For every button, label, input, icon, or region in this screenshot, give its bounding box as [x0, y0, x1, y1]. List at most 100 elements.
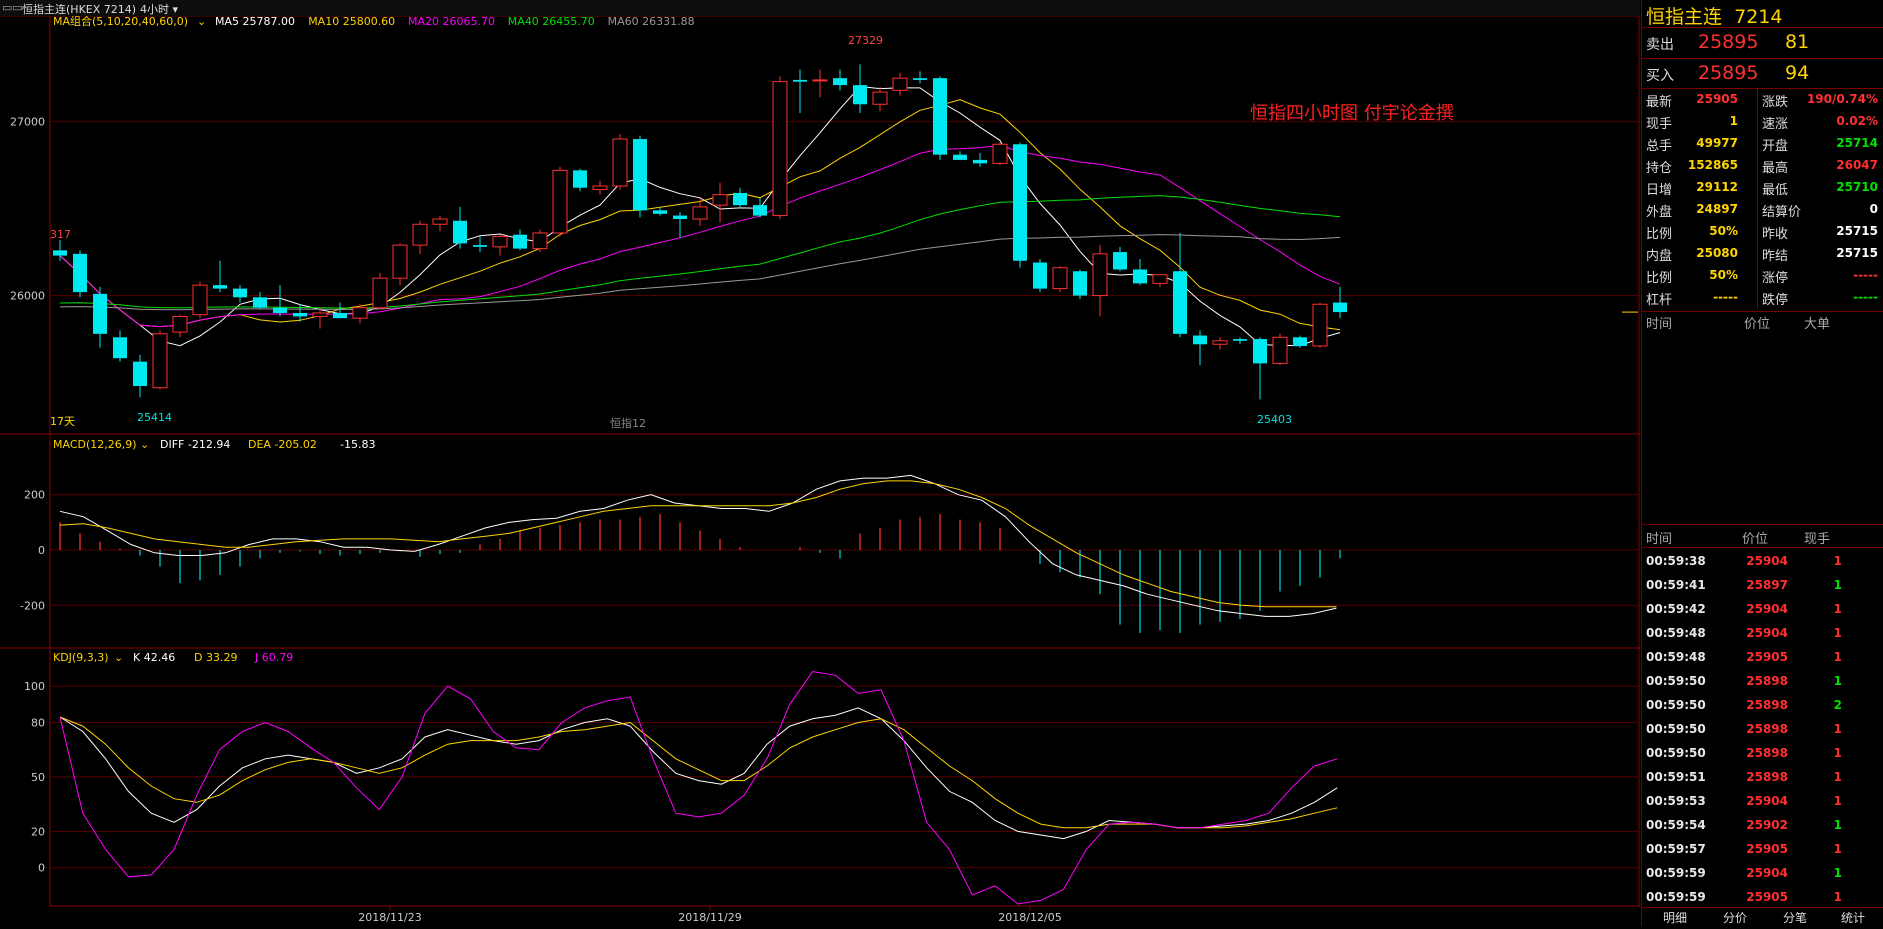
candle-body-down [1233, 339, 1247, 341]
buy-price: 25895 [1698, 62, 1759, 84]
tick-price: 25897 [1746, 578, 1788, 592]
tick-row[interactable]: 00:59:53 25904 1 [1642, 790, 1883, 814]
tab-1[interactable]: 分价 [1723, 909, 1747, 926]
tab-2[interactable]: 分笔 [1783, 909, 1807, 926]
stat-label: 内盘 [1646, 249, 1673, 264]
stat-value: 25715 [1836, 224, 1878, 238]
quote-stat-row: 最新 25905 涨跌 190/0.74% [1642, 89, 1883, 111]
tick-row[interactable]: 00:59:48 25905 1 [1642, 646, 1883, 670]
kdj-d-value: D 33.29 [194, 651, 237, 664]
stat-label: 最新 [1646, 95, 1673, 110]
candle-body-down [513, 234, 527, 249]
quote-stat-row: 现手 1 速涨 0.02% [1642, 111, 1883, 133]
left-marker-label: 317 [50, 228, 71, 241]
tick-price: 25904 [1746, 866, 1788, 880]
price-chart[interactable]: 27000260002000-2001008050200 MA组合(5,10,2… [0, 14, 1640, 926]
instrument-title: 恒指主连 7214 [1646, 6, 1783, 28]
tick-row[interactable]: 00:59:50 25898 1 [1642, 718, 1883, 742]
candle-body-up [592, 185, 608, 190]
stat-label: 速涨 [1762, 117, 1789, 132]
candle-body-up [372, 277, 388, 309]
kdj-j-line [59, 671, 1338, 905]
candle-body-down [293, 312, 307, 317]
tick-price: 25904 [1746, 626, 1788, 640]
tick-time: 00:59:53 [1646, 794, 1706, 808]
tick-row[interactable]: 00:59:48 25904 1 [1642, 622, 1883, 646]
quote-panel: 恒指主连 7214 卖出 25895 81 买入 25895 94 最新 2590… [1641, 0, 1883, 926]
kdj-legend-chevron-icon[interactable]: ⌄ [114, 651, 123, 664]
stat-label: 日增 [1646, 183, 1673, 198]
candle-body-down [133, 361, 147, 386]
candle-body-down [633, 139, 647, 211]
stat-value: 25715 [1836, 246, 1878, 260]
date-axis-label: 2018/11/29 [678, 911, 741, 924]
candle-body-down [1253, 339, 1267, 364]
symbol-title[interactable]: 恒指主连(HKEX 7214) [22, 1, 136, 17]
buy-quote-row[interactable]: 买入 25895 94 [1642, 61, 1883, 86]
tick-volume: 2 [1833, 698, 1842, 712]
candle-body-down [1013, 144, 1027, 261]
tick-row[interactable]: 00:59:50 25898 2 [1642, 694, 1883, 718]
kdj-axis-label: 20 [31, 825, 45, 838]
price-axis-label: 27000 [10, 116, 45, 129]
tick-time: 00:59:51 [1646, 770, 1706, 784]
candle-body-up [392, 244, 408, 279]
candle-body-down [233, 288, 247, 298]
stat-separator [1757, 133, 1758, 155]
period-selector[interactable]: 4小时 ▾ [140, 1, 178, 17]
kdj-legend-label[interactable]: KDJ(9,3,3) [53, 651, 109, 664]
kdj-axis-label: 0 [38, 862, 45, 875]
stat-value: 0.02% [1836, 114, 1878, 128]
macd-legend-label[interactable]: MACD(12,26,9) [53, 438, 137, 451]
stat-value: ----- [1853, 268, 1878, 282]
tick-price: 25904 [1746, 554, 1788, 568]
tick-row[interactable]: 00:59:51 25898 1 [1642, 766, 1883, 790]
tick-price: 25898 [1746, 746, 1788, 760]
ma-legend-chevron-icon[interactable]: ⌄ [197, 15, 206, 28]
tick-volume: 1 [1833, 722, 1842, 736]
candle-body-down [1333, 302, 1347, 313]
tick-volume: 1 [1833, 794, 1842, 808]
tick-time: 00:59:38 [1646, 554, 1706, 568]
tick-row[interactable]: 00:59:50 25898 1 [1642, 742, 1883, 766]
tick-row[interactable]: 00:59:38 25904 1 [1642, 550, 1883, 574]
tick-row[interactable]: 00:59:57 25905 1 [1642, 838, 1883, 862]
quote-stat-row: 比例 50% 涨停 ----- [1642, 265, 1883, 287]
date-axis-label: 2018/12/05 [998, 911, 1061, 924]
date-axis-label: 2018/11/23 [358, 911, 421, 924]
stat-value: 50% [1709, 224, 1738, 238]
macd-legend-chevron-icon[interactable]: ⌄ [140, 438, 149, 451]
tick-header-volume: 现手 [1804, 532, 1831, 547]
tick-row[interactable]: 00:59:59 25904 1 [1642, 862, 1883, 886]
indicator-icon[interactable]: ▭▭ [2, 1, 23, 14]
tick-time: 00:59:50 [1646, 722, 1706, 736]
low-price-label-right: 25403 [1257, 413, 1292, 426]
quote-stat-row: 总手 49977 开盘 25714 [1642, 133, 1883, 155]
tick-price: 25904 [1746, 794, 1788, 808]
candle-body-down [113, 337, 127, 359]
chart-area[interactable]: 27000 26000 200 0 -200 100 80 50 20 0 MA组合(5,10,2… [0, 14, 1640, 926]
candle-body-down [73, 253, 87, 293]
candle-body-down [273, 307, 287, 313]
tab-3[interactable]: 统计 [1841, 909, 1865, 926]
tab-0[interactable]: 明细 [1663, 909, 1687, 926]
stat-value: 50% [1709, 268, 1738, 282]
tick-volume: 1 [1833, 554, 1842, 568]
tick-row[interactable]: 00:59:50 25898 1 [1642, 670, 1883, 694]
candle-body-down [853, 85, 867, 105]
price-axis-label: 26000 [10, 290, 45, 303]
tick-price: 25905 [1746, 842, 1788, 856]
tick-row[interactable]: 00:59:42 25904 1 [1642, 598, 1883, 622]
tick-price: 25898 [1746, 722, 1788, 736]
stat-separator [1757, 199, 1758, 221]
stat-label: 跌停 [1762, 293, 1789, 308]
candle-body-down [673, 215, 687, 220]
tick-row[interactable]: 00:59:41 25897 1 [1642, 574, 1883, 598]
tick-time: 00:59:59 [1646, 890, 1706, 904]
sell-quote-row[interactable]: 卖出 25895 81 [1642, 30, 1883, 55]
quote-stat-row: 持仓 152865 最高 26047 [1642, 155, 1883, 177]
tick-row[interactable]: 00:59:54 25902 1 [1642, 814, 1883, 838]
stat-label: 杠杆 [1646, 293, 1673, 308]
tick-volume: 1 [1833, 602, 1842, 616]
ma-legend-label[interactable]: MA组合(5,10,20,40,60,0) [53, 14, 188, 28]
